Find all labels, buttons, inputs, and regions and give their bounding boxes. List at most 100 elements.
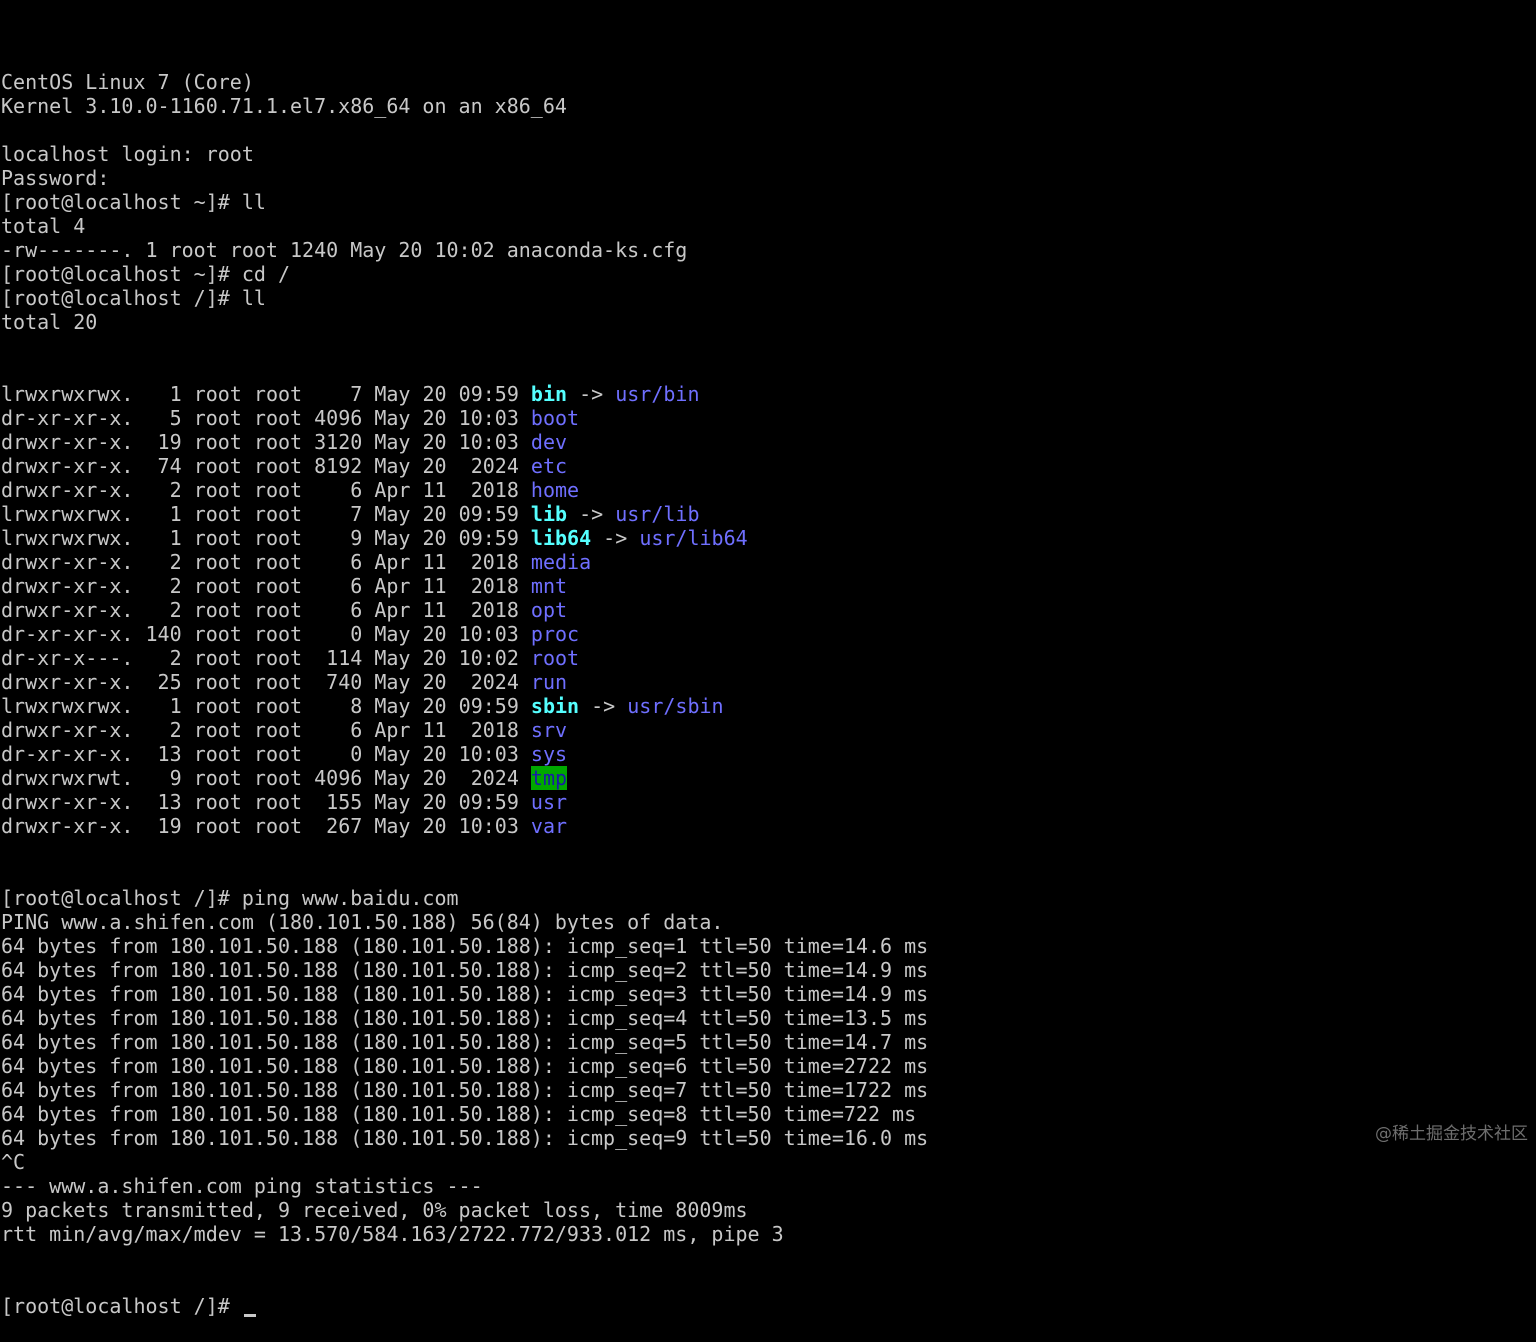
link-count: 25 (158, 670, 182, 694)
file-day: 20 (423, 670, 447, 694)
file-time: 2018 (471, 478, 519, 502)
listing-row: drwxr-xr-x. 2 root root 6 Apr 11 2018 mn… (1, 574, 1531, 598)
file-group: root (254, 814, 302, 838)
file-day: 20 (423, 406, 447, 430)
link-count: 19 (158, 430, 182, 454)
file-size: 155 (326, 790, 362, 814)
file-day: 20 (423, 526, 447, 550)
link-count: 13 (158, 790, 182, 814)
file-permissions: drwxr-xr-x. (1, 454, 133, 478)
link-count: 2 (170, 478, 182, 502)
file-day: 11 (423, 718, 447, 742)
file-time: 10:03 (459, 406, 519, 430)
directory-name: run (531, 670, 567, 694)
file-group: root (254, 790, 302, 814)
directory-name: sys (531, 742, 567, 766)
file-time: 09:59 (459, 382, 519, 406)
file-owner: root (194, 430, 242, 454)
terminal-line: 64 bytes from 180.101.50.188 (180.101.50… (1, 1078, 1531, 1102)
file-month: Apr (374, 598, 410, 622)
file-group: root (254, 574, 302, 598)
file-month: Apr (374, 718, 410, 742)
link-count: 2 (170, 598, 182, 622)
file-permissions: dr-xr-xr-x. (1, 742, 133, 766)
listing-row: dr-xr-xr-x. 13 root root 0 May 20 10:03 … (1, 742, 1531, 766)
file-size: 8 (350, 694, 362, 718)
directory-name: tmp (531, 766, 567, 790)
file-group: root (254, 382, 302, 406)
file-month: Apr (374, 550, 410, 574)
file-month: May (374, 790, 410, 814)
file-size: 6 (350, 478, 362, 502)
file-permissions: lrwxrwxrwx. (1, 382, 133, 406)
link-count: 1 (170, 694, 182, 718)
file-month: Apr (374, 478, 410, 502)
symlink-target: usr/lib (615, 502, 699, 526)
file-day: 20 (423, 622, 447, 646)
file-permissions: drwxr-xr-x. (1, 550, 133, 574)
file-group: root (254, 742, 302, 766)
terminal-line: ^C (1, 1150, 1531, 1174)
file-permissions: drwxr-xr-x. (1, 430, 133, 454)
listing-row: drwxr-xr-x. 2 root root 6 Apr 11 2018 op… (1, 598, 1531, 622)
shell-prompt-line[interactable]: [root@localhost /]# (1, 1294, 1531, 1318)
file-day: 11 (423, 550, 447, 574)
file-size: 7 (350, 502, 362, 526)
file-owner: root (194, 790, 242, 814)
file-group: root (254, 478, 302, 502)
file-group: root (254, 766, 302, 790)
terminal-console[interactable]: CentOS Linux 7 (Core)Kernel 3.10.0-1160.… (1, 22, 1531, 1342)
file-time: 2018 (471, 598, 519, 622)
symlink-name: sbin (531, 694, 579, 718)
listing-row: lrwxrwxrwx. 1 root root 9 May 20 09:59 l… (1, 526, 1531, 550)
link-count: 1 (170, 526, 182, 550)
file-month: May (374, 430, 410, 454)
symlink-arrow: -> (579, 694, 627, 718)
file-day: 11 (423, 598, 447, 622)
file-day: 20 (423, 766, 447, 790)
directory-name: usr (531, 790, 567, 814)
file-group: root (254, 502, 302, 526)
file-group: root (254, 430, 302, 454)
file-owner: root (194, 598, 242, 622)
file-owner: root (194, 574, 242, 598)
directory-name: home (531, 478, 579, 502)
file-owner: root (194, 454, 242, 478)
file-group: root (254, 694, 302, 718)
terminal-line: [root@localhost /]# ping www.baidu.com (1, 886, 1531, 910)
file-day: 20 (423, 430, 447, 454)
file-owner: root (194, 622, 242, 646)
file-month: May (374, 814, 410, 838)
terminal-line: 64 bytes from 180.101.50.188 (180.101.50… (1, 1006, 1531, 1030)
symlink-arrow: -> (591, 526, 639, 550)
file-group: root (254, 622, 302, 646)
file-month: May (374, 622, 410, 646)
file-size: 740 (326, 670, 362, 694)
file-owner: root (194, 526, 242, 550)
listing-row: drwxr-xr-x. 2 root root 6 Apr 11 2018 me… (1, 550, 1531, 574)
terminal-line: 64 bytes from 180.101.50.188 (180.101.50… (1, 958, 1531, 982)
link-count: 2 (170, 550, 182, 574)
terminal-line: CentOS Linux 7 (Core) (1, 70, 1531, 94)
file-group: root (254, 526, 302, 550)
file-day: 11 (423, 574, 447, 598)
file-size: 267 (326, 814, 362, 838)
file-time: 2018 (471, 574, 519, 598)
directory-name: opt (531, 598, 567, 622)
file-time: 10:03 (459, 742, 519, 766)
link-count: 1 (170, 382, 182, 406)
file-month: May (374, 694, 410, 718)
file-permissions: drwxr-xr-x. (1, 478, 133, 502)
listing-row: lrwxrwxrwx. 1 root root 8 May 20 09:59 s… (1, 694, 1531, 718)
file-time: 2024 (471, 454, 519, 478)
terminal-header-block: CentOS Linux 7 (Core)Kernel 3.10.0-1160.… (1, 70, 1531, 334)
file-group: root (254, 598, 302, 622)
file-permissions: drwxr-xr-x. (1, 790, 133, 814)
link-count: 140 (146, 622, 182, 646)
terminal-line: [root@localhost ~]# ll (1, 190, 1531, 214)
file-size: 0 (350, 622, 362, 646)
listing-row: dr-xr-x---. 2 root root 114 May 20 10:02… (1, 646, 1531, 670)
terminal-line: total 20 (1, 310, 1531, 334)
directory-name: media (531, 550, 591, 574)
terminal-line: 64 bytes from 180.101.50.188 (180.101.50… (1, 934, 1531, 958)
